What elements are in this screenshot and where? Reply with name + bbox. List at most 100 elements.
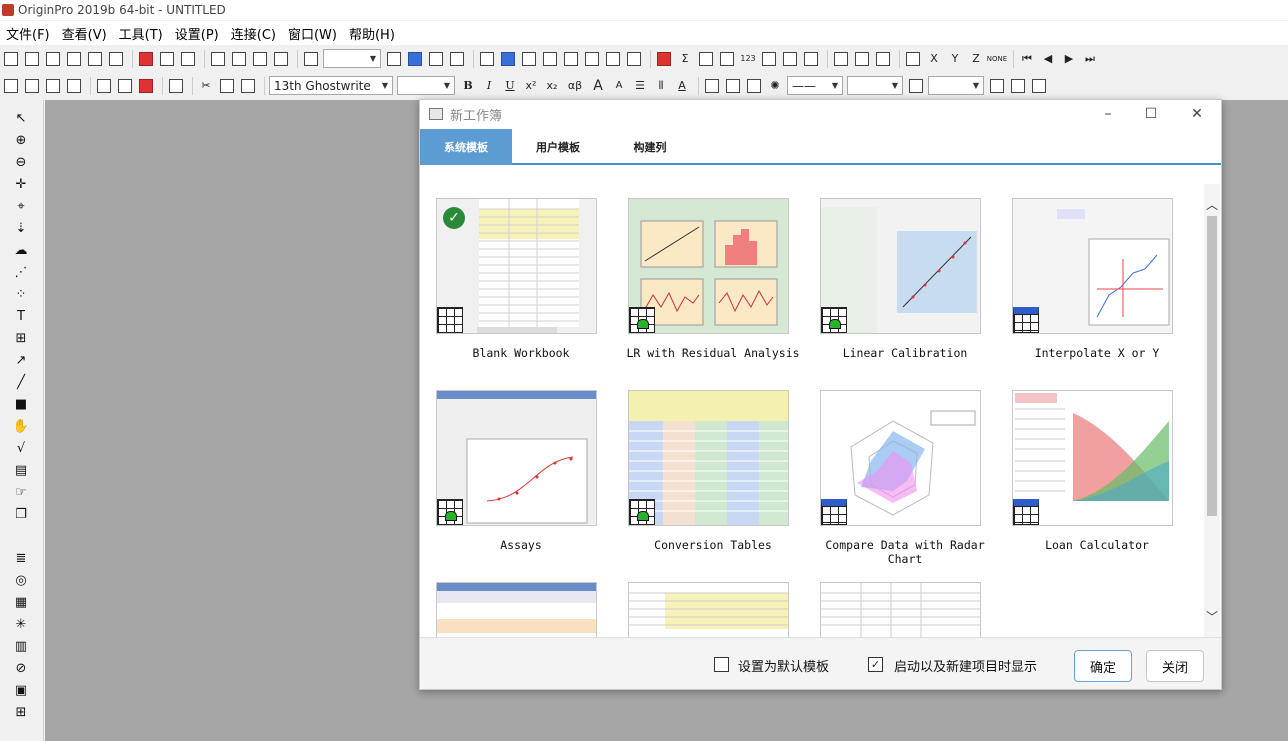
pattern-fill-icon[interactable] bbox=[907, 77, 925, 95]
sort-icon[interactable] bbox=[718, 50, 736, 68]
save-template-icon[interactable] bbox=[272, 50, 290, 68]
previous-icon[interactable]: ◀ bbox=[1039, 50, 1057, 68]
new-folder-icon[interactable] bbox=[23, 50, 41, 68]
film-icon[interactable] bbox=[448, 50, 466, 68]
font-size-combo[interactable]: ▼ bbox=[397, 76, 455, 95]
scrollbar-thumb[interactable] bbox=[1207, 216, 1217, 516]
list-icon[interactable]: ≣ bbox=[12, 550, 30, 566]
close-button[interactable]: 关闭 bbox=[1146, 650, 1204, 682]
increase-font-icon[interactable]: A bbox=[589, 77, 607, 95]
new-matrix-icon[interactable] bbox=[86, 50, 104, 68]
add-sparklines-icon[interactable] bbox=[116, 77, 134, 95]
next-icon[interactable]: ▶ bbox=[1060, 50, 1078, 68]
new-workbook-icon[interactable] bbox=[44, 50, 62, 68]
pointer-icon[interactable]: ↖ bbox=[12, 110, 30, 126]
data-selector-icon[interactable]: ⇣ bbox=[12, 220, 30, 236]
results-log-icon[interactable] bbox=[499, 50, 517, 68]
filter-icon[interactable] bbox=[832, 50, 850, 68]
print-icon[interactable] bbox=[385, 50, 403, 68]
pattern-icon[interactable] bbox=[724, 77, 742, 95]
rectangle-tool-icon[interactable]: ■ bbox=[12, 396, 30, 412]
bold-icon[interactable]: B bbox=[459, 77, 477, 95]
pan-icon[interactable]: ☞ bbox=[12, 484, 30, 500]
project-explorer-icon[interactable] bbox=[541, 50, 559, 68]
hand-icon[interactable]: ✋ bbox=[12, 418, 30, 434]
folder-icon[interactable]: ▣ bbox=[12, 682, 30, 698]
template-tile[interactable]: Interpolate X or Y bbox=[997, 198, 1177, 378]
hatch-icon[interactable] bbox=[988, 77, 1006, 95]
copy-format-icon[interactable] bbox=[427, 50, 445, 68]
set-column-values-icon[interactable] bbox=[23, 77, 41, 95]
line-color-icon[interactable] bbox=[745, 77, 763, 95]
add-table-icon[interactable]: ⊞ bbox=[12, 330, 30, 346]
fill-random-icon[interactable] bbox=[65, 77, 83, 95]
set-as-label-icon[interactable] bbox=[137, 77, 155, 95]
tab-system-templates[interactable]: 系统模板 bbox=[420, 129, 512, 165]
data-reader-icon[interactable]: ⌖ bbox=[12, 198, 30, 214]
superscript-icon[interactable]: x² bbox=[522, 77, 540, 95]
line-width-combo[interactable]: ▼ bbox=[847, 76, 903, 95]
region-mask-icon[interactable]: ⋰ bbox=[12, 264, 30, 280]
text-tool-icon[interactable]: T bbox=[12, 308, 30, 324]
layer-icon[interactable] bbox=[167, 77, 185, 95]
template-tile[interactable]: ✓ Blank Workbook bbox=[421, 198, 601, 378]
gallery-scrollbar[interactable]: ︿ ﹀ bbox=[1204, 184, 1220, 637]
insert-graph-icon[interactable]: ▤ bbox=[12, 462, 30, 478]
open-icon[interactable] bbox=[209, 50, 227, 68]
tab-build-columns[interactable]: 构建列 bbox=[604, 129, 696, 165]
columns-align-icon[interactable]: ⦀ bbox=[652, 77, 670, 95]
save-icon[interactable] bbox=[251, 50, 269, 68]
template-tile[interactable] bbox=[421, 582, 601, 637]
cut-icon[interactable]: ✂ bbox=[197, 77, 215, 95]
subscript-icon[interactable]: x₂ bbox=[543, 77, 561, 95]
mask-icon[interactable]: ☁ bbox=[12, 242, 30, 258]
font-color-icon[interactable]: A bbox=[673, 77, 691, 95]
border-icon[interactable] bbox=[1009, 77, 1027, 95]
star-icon[interactable]: ✳ bbox=[12, 616, 30, 632]
column-chart-icon[interactable] bbox=[781, 50, 799, 68]
align-icon[interactable]: ☰ bbox=[631, 77, 649, 95]
export-icon[interactable] bbox=[406, 50, 424, 68]
scroll-down-icon[interactable]: ﹀ bbox=[1204, 608, 1220, 624]
new-project-icon[interactable] bbox=[2, 50, 20, 68]
underline-icon[interactable]: U bbox=[501, 77, 519, 95]
table-icon[interactable] bbox=[1030, 77, 1048, 95]
grid-icon[interactable]: ⊞ bbox=[12, 704, 30, 720]
command-window-icon[interactable] bbox=[520, 50, 538, 68]
font-combo[interactable]: 13th Ghostwrite ▼ bbox=[269, 76, 393, 95]
template-tile[interactable]: Conversion Tables bbox=[613, 390, 793, 570]
pattern-combo[interactable]: ▼ bbox=[928, 76, 984, 95]
apps-icon[interactable] bbox=[604, 50, 622, 68]
template-tile[interactable]: Assays bbox=[421, 390, 601, 570]
set-default-checkbox[interactable] bbox=[714, 657, 729, 672]
show-on-startup-checkbox[interactable]: ✓ bbox=[868, 657, 883, 672]
new-layout-icon[interactable] bbox=[137, 50, 155, 68]
menu-tools[interactable]: 工具(T) bbox=[113, 24, 169, 43]
x-axis-icon[interactable]: X bbox=[925, 50, 943, 68]
add-new-columns-icon[interactable] bbox=[95, 77, 113, 95]
new-function-icon[interactable] bbox=[107, 50, 125, 68]
menu-file[interactable]: 文件(F) bbox=[0, 24, 56, 43]
arrow-tool-icon[interactable]: ↗ bbox=[12, 352, 30, 368]
template-tile[interactable]: LR with Residual Analysis bbox=[613, 198, 800, 378]
menu-help[interactable]: 帮助(H) bbox=[343, 24, 401, 43]
template-tile[interactable]: Compare Data with Radar Chart bbox=[805, 390, 985, 570]
matrix-icon[interactable]: ▦ bbox=[12, 594, 30, 610]
line-tool-icon[interactable]: ╱ bbox=[12, 374, 30, 390]
sort-123-icon[interactable]: 123 bbox=[739, 50, 757, 68]
y-axis-icon[interactable]: Y bbox=[946, 50, 964, 68]
tab-user-templates[interactable]: 用户模板 bbox=[512, 129, 604, 165]
maximize-icon[interactable]: ☐ bbox=[1139, 104, 1163, 124]
filter-clear-icon[interactable] bbox=[853, 50, 871, 68]
screen-reader-icon[interactable]: ✛ bbox=[12, 176, 30, 192]
zoom-in-icon[interactable]: ⊕ bbox=[12, 132, 30, 148]
grouped-chart-icon[interactable] bbox=[802, 50, 820, 68]
fill-row-numbers-icon[interactable] bbox=[44, 77, 62, 95]
spreadsheet-icon[interactable]: ▥ bbox=[12, 638, 30, 654]
line-style-combo[interactable]: —— ▼ bbox=[787, 76, 843, 95]
message-log-icon[interactable] bbox=[583, 50, 601, 68]
template-tile[interactable]: Linear Calibration bbox=[805, 198, 985, 378]
object-manager-icon[interactable] bbox=[562, 50, 580, 68]
template-tile[interactable] bbox=[805, 582, 985, 637]
add-column-icon[interactable] bbox=[655, 50, 673, 68]
